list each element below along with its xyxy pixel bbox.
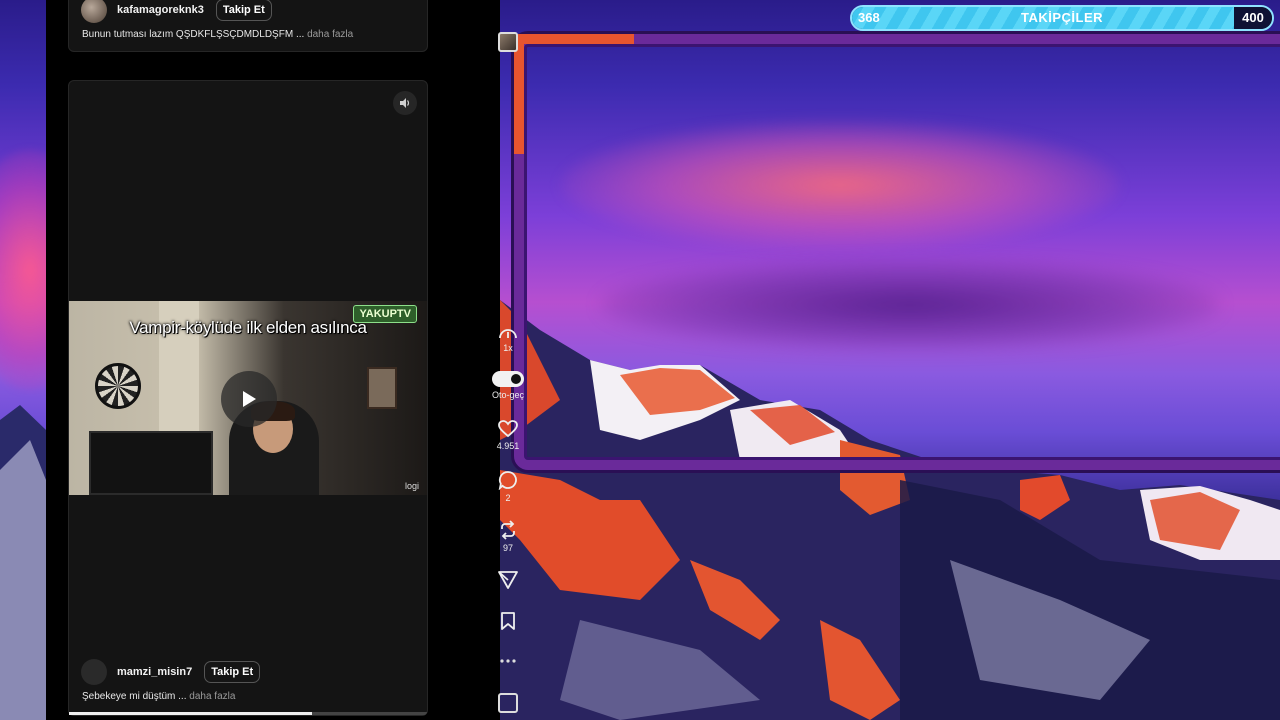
comment-count: 2 bbox=[505, 493, 511, 503]
video-watermark: logi bbox=[404, 481, 419, 491]
follow-button[interactable]: Takip Et bbox=[215, 0, 272, 21]
video-progress-fill bbox=[69, 712, 313, 715]
bookmark-icon bbox=[501, 612, 515, 630]
avatar[interactable] bbox=[81, 659, 107, 685]
more-options-button[interactable] bbox=[484, 657, 532, 665]
speaker-icon bbox=[400, 98, 410, 108]
video-channel-logo: YAKUPTV bbox=[353, 305, 417, 323]
video-player[interactable]: Vampir-köylüde ilk elden asılınca kick Y… bbox=[69, 301, 427, 495]
video-progress-bar[interactable] bbox=[69, 712, 427, 715]
send-icon bbox=[498, 571, 518, 589]
video-scene-dartboard bbox=[95, 363, 141, 409]
like-button[interactable]: 4.951 bbox=[484, 420, 532, 451]
post-header: mamzi_misin7 Takip Et bbox=[81, 659, 261, 685]
post-caption: Bunun tutması lazım QŞDKFLŞSÇDMDLDŞFM ..… bbox=[82, 29, 353, 40]
post-header: kafamagoreknk3 Takip Et bbox=[81, 0, 272, 23]
caption-more-link[interactable]: daha fazla bbox=[189, 691, 235, 702]
caption-more-link[interactable]: daha fazla bbox=[307, 29, 353, 40]
heart-icon bbox=[498, 420, 518, 438]
follower-goal-title: TAKİPÇİLER bbox=[1020, 10, 1104, 25]
follow-button[interactable]: Takip Et bbox=[204, 661, 261, 683]
caption-text: Şebekeye mi düştüm ... bbox=[82, 691, 187, 702]
repost-count: 97 bbox=[502, 543, 513, 553]
comment-icon bbox=[498, 471, 517, 490]
toggle-switch-icon bbox=[492, 371, 524, 387]
autoplay-toggle[interactable]: Oto-geç bbox=[484, 371, 532, 400]
share-button[interactable] bbox=[484, 571, 532, 589]
post-username[interactable]: kafamagoreknk3 bbox=[117, 4, 204, 16]
thumbnail-icon bbox=[498, 32, 518, 52]
video-feed-panel: kafamagoreknk3 Takip Et Bunun tutması la… bbox=[46, 0, 524, 720]
video-scene-monitor bbox=[89, 431, 213, 495]
thumbnail-icon bbox=[498, 693, 518, 713]
like-count: 4.951 bbox=[496, 441, 520, 451]
play-icon bbox=[243, 391, 256, 407]
post-username[interactable]: mamzi_misin7 bbox=[117, 666, 192, 678]
more-icon bbox=[500, 659, 516, 663]
speed-label: 1x bbox=[503, 343, 513, 353]
follower-goal-target: 400 bbox=[1234, 7, 1272, 29]
previous-post-card[interactable]: kafamagoreknk3 Takip Et Bunun tutması la… bbox=[68, 0, 428, 52]
comment-button[interactable]: 2 bbox=[484, 470, 532, 503]
action-rail: 1x Oto-geç 4.951 2 97 bbox=[484, 0, 532, 720]
current-post-card[interactable]: Vampir-köylüde ilk elden asılınca kick Y… bbox=[68, 80, 428, 716]
avatar[interactable] bbox=[81, 0, 107, 23]
stream-overlay-corner-accent bbox=[514, 34, 634, 154]
caption-text: Bunun tutması lazım QŞDKFLŞSÇDMDLDŞFM ..… bbox=[82, 29, 305, 40]
previous-post-thumbnail[interactable] bbox=[484, 32, 532, 52]
autoplay-label: Oto-geç bbox=[491, 390, 524, 400]
mute-button[interactable] bbox=[393, 91, 417, 115]
post-caption: Şebekeye mi düştüm ... daha fazla bbox=[82, 691, 235, 702]
video-scene-poster bbox=[367, 367, 397, 409]
repost-button[interactable]: 97 bbox=[484, 520, 532, 553]
playback-speed-button[interactable]: 1x bbox=[484, 326, 532, 353]
follower-goal-bar: 368 TAKİPÇİLER 400 bbox=[850, 5, 1274, 31]
next-post-thumbnail[interactable] bbox=[484, 693, 532, 713]
play-button[interactable] bbox=[221, 371, 277, 427]
gauge-icon bbox=[499, 329, 517, 339]
repost-icon bbox=[501, 520, 515, 540]
save-button[interactable] bbox=[484, 612, 532, 630]
